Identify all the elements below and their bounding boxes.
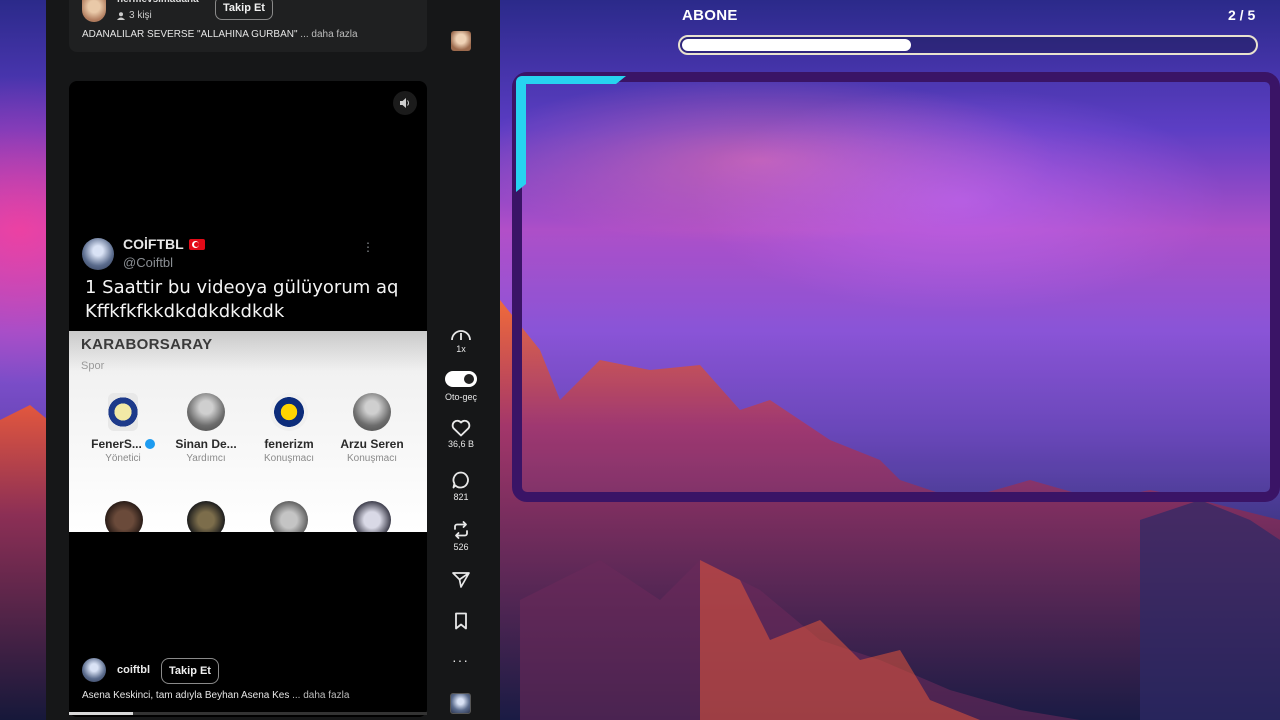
group-member: Sinan De... Yardımcı — [164, 393, 248, 464]
group-member: Arzu Seren Konuşmacı — [330, 393, 414, 464]
member-avatar — [270, 393, 308, 431]
member-avatar — [187, 501, 225, 532]
previous-more-icon[interactable]: ··· — [451, 0, 467, 8]
speed-icon — [451, 330, 471, 341]
member-avatar — [353, 501, 391, 532]
member-name: fenerizm — [264, 437, 314, 451]
subscriber-goal-label: ABONE — [682, 7, 738, 24]
follow-button[interactable]: Takip Et — [161, 658, 219, 684]
toggle-switch[interactable] — [445, 371, 477, 387]
person-icon — [117, 11, 125, 20]
tweet-display-name: COİFTBL — [123, 236, 205, 252]
share-button[interactable] — [438, 571, 484, 589]
webcam-frame — [512, 72, 1280, 502]
video-progress-bar[interactable] — [69, 712, 427, 715]
member-avatar — [105, 501, 143, 532]
member-name-row: FenerS... — [81, 437, 165, 451]
previous-post-caption-text: ADANALILAR SEVERSE "ALLAHINA GURBAN" — [82, 29, 298, 40]
tweet-more-icon: ⋮ — [362, 240, 374, 254]
member-role: Yardımcı — [186, 453, 226, 464]
repost-button[interactable]: 526 — [438, 520, 484, 552]
post-caption-text: Asena Keskinci, tam adıyla Beyhan Asena … — [82, 690, 290, 701]
verified-icon — [144, 439, 155, 449]
bookmark-icon — [455, 612, 467, 630]
member-role: Konuşmacı — [263, 453, 315, 464]
previous-post-follow-button[interactable]: Takip Et — [215, 0, 273, 20]
autoplay-label: Oto-geç — [444, 392, 477, 402]
previous-post-more-link[interactable]: ... daha fazla — [300, 29, 357, 40]
speed-label: 1x — [456, 344, 466, 354]
video-progress-fill — [69, 712, 134, 715]
autoplay-toggle[interactable]: Oto-geç — [438, 371, 484, 402]
group-member: FenerS... Yönetici — [81, 393, 165, 464]
member-avatar — [108, 393, 138, 431]
post-more-link[interactable]: ... daha fazla — [292, 690, 349, 701]
group-member: fenerizm Konuşmacı — [247, 393, 331, 464]
subscriber-goal-count: 2 / 5 — [1228, 7, 1256, 23]
member-name: Sinan De... — [175, 437, 237, 451]
tweet-text: 1 Saattir bu videoya gülüyorum aq Kffkfk… — [85, 277, 399, 322]
like-count: 36,6 B — [447, 439, 475, 449]
member-avatar — [187, 393, 225, 431]
save-button[interactable] — [438, 612, 484, 630]
like-button[interactable]: 36,6 B — [438, 419, 484, 449]
comment-button[interactable]: 821 — [438, 470, 484, 502]
playback-speed-button[interactable]: 1x — [438, 326, 484, 354]
post-owner-username[interactable]: coiftbl — [117, 664, 150, 676]
previous-post-username[interactable]: hermevsimadana — [117, 0, 199, 5]
member-name: Arzu Seren — [340, 437, 404, 451]
post-owner-avatar[interactable] — [82, 658, 106, 682]
member-name: FenerS... — [91, 437, 142, 451]
comment-count: 821 — [453, 492, 469, 502]
speaker-icon — [400, 98, 409, 108]
member-avatar — [270, 501, 308, 532]
member-role: Konuşmacı — [346, 453, 398, 464]
heart-icon — [451, 419, 471, 437]
repost-count: 526 — [453, 542, 469, 552]
tweet-display-name-text: COİFTBL — [123, 236, 184, 252]
next-post-thumbnail[interactable] — [450, 693, 471, 714]
group-subtitle: Spor — [81, 360, 105, 372]
turkey-flag-icon — [188, 238, 205, 250]
tweet-avatar — [82, 238, 114, 270]
post-caption: Asena Keskinci, tam adıyla Beyhan Asena … — [82, 690, 349, 701]
previous-post-thumbnail[interactable] — [451, 31, 471, 51]
mute-button[interactable] — [393, 91, 417, 115]
tweet-handle: @Coiftbl — [123, 255, 174, 270]
previous-post-member-count: 3 kişi — [117, 10, 152, 21]
member-role: Yönetici — [105, 453, 141, 464]
group-screenshot: KARABORSARAY Spor FenerS... Yönetici Sin… — [69, 331, 427, 532]
repost-icon — [454, 521, 468, 539]
subscriber-goal-fill — [682, 39, 911, 51]
previous-post-caption: ADANALILAR SEVERSE "ALLAHINA GURBAN" ...… — [82, 29, 358, 40]
member-count-text: 3 kişi — [129, 10, 152, 21]
member-avatar — [353, 393, 391, 431]
subscriber-goal-bar — [678, 35, 1258, 55]
group-title: KARABORSARAY — [81, 336, 213, 353]
send-icon — [452, 572, 470, 588]
more-options-icon[interactable]: ··· — [452, 652, 469, 668]
comment-icon — [452, 471, 469, 489]
